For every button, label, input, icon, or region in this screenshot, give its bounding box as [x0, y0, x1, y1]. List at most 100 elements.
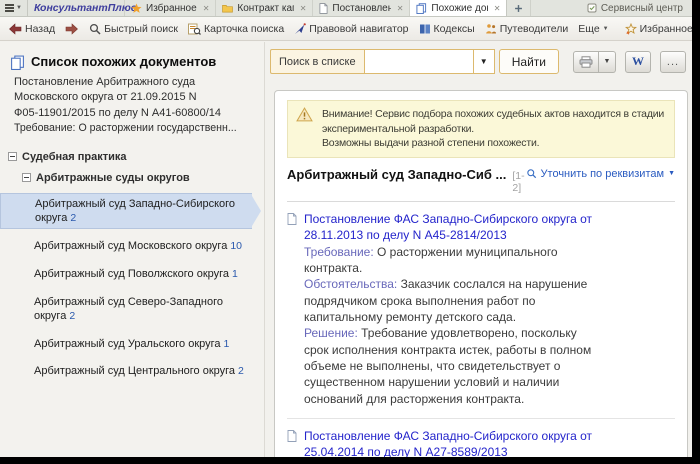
print-split-button: ▼: [573, 50, 616, 73]
book-icon: [419, 23, 431, 35]
document-icon: [287, 213, 297, 407]
document-section: Обстоятельства: Заказчик сослался на нар…: [304, 277, 588, 324]
search-label: Поиск в списке: [270, 49, 364, 74]
legal-navigator-button[interactable]: Правовой навигатор: [290, 21, 412, 37]
tab-label: Избранное: [146, 2, 197, 14]
tab-label: Контракт кап.ремо: [237, 2, 293, 14]
tree-item-povolzhsky[interactable]: Арбитражный суд Поволжского округа 1: [0, 264, 252, 285]
back-button[interactable]: Назад: [4, 21, 59, 37]
refine-by-requisites-link[interactable]: Уточнить по реквизитам ▼: [526, 168, 675, 180]
result-count: 1: [232, 268, 238, 281]
forward-arrow-icon: [65, 22, 79, 35]
export-to-word-button[interactable]: W: [625, 50, 651, 73]
tab-label: Похожие документ: [431, 2, 487, 14]
results-range: [1-2]: [512, 170, 525, 195]
tree-item-west-siberian[interactable]: Арбитражный суд Западно-Сибирского округ…: [0, 192, 261, 230]
document-result: Постановление ФАС Западно-Сибирского окр…: [287, 419, 675, 457]
main-menu-button[interactable]: ▼: [0, 0, 28, 16]
more-actions-button[interactable]: ...: [660, 50, 686, 73]
search-card-label: Карточка поиска: [204, 22, 285, 35]
legal-navigator-label: Правовой навигатор: [309, 22, 409, 35]
more-menu-button[interactable]: Еще ▼: [574, 21, 612, 37]
tab-contract[interactable]: Контракт кап.ремо ✕: [216, 0, 314, 16]
document-icon: [319, 2, 328, 14]
document-section: Требование: О расторжении муниципального…: [304, 244, 558, 275]
tree-node-court-practice[interactable]: Судебная практика: [0, 151, 264, 163]
document-section: Решение: Требование удовлетворено, поско…: [304, 326, 592, 406]
chevron-down-icon: ▼: [602, 25, 609, 32]
tab-label: Постановление Ар: [332, 2, 391, 14]
result-count: 2: [70, 211, 77, 224]
find-button[interactable]: Найти: [498, 49, 559, 74]
search-card-button[interactable]: Карточка поиска: [184, 21, 288, 37]
tab-resolution[interactable]: Постановление Ар ✕: [313, 0, 411, 16]
navigator-dart-icon: [294, 22, 307, 35]
back-arrow-icon: [8, 22, 22, 35]
tab-favorites[interactable]: Избранное ✕: [125, 0, 217, 16]
more-label: Еще: [578, 22, 600, 35]
print-button[interactable]: [573, 50, 599, 73]
tree-item-moscow[interactable]: Арбитражный суд Московского округа 10: [0, 236, 252, 257]
codes-button[interactable]: Кодексы: [415, 21, 479, 37]
star-icon: [131, 2, 142, 14]
search-icon: [526, 168, 537, 179]
close-icon[interactable]: ✕: [492, 4, 501, 13]
printer-icon: [579, 55, 593, 68]
tree-item-northwestern[interactable]: Арбитражный суд Северо-Западного округа 2: [0, 292, 252, 327]
guides-button[interactable]: Путеводители: [481, 21, 573, 37]
favorites-menu-button[interactable]: Избранное ▼: [621, 21, 692, 37]
close-icon[interactable]: ✕: [298, 4, 307, 13]
service-center-label: Сервисный центр: [600, 2, 683, 14]
quick-search-label: Быстрый поиск: [104, 22, 178, 35]
main-area: Список похожих документов Постановление …: [0, 42, 692, 457]
result-count: 1: [223, 337, 230, 350]
list-search-bar: Поиск в списке ▼ Найти ▼ W ...: [270, 49, 686, 74]
search-history-dropdown[interactable]: ▼: [472, 49, 495, 74]
tree-node-label: Судебная практика: [22, 150, 127, 163]
brand-logo: КонсультантПлюс: [34, 2, 137, 14]
tab-bar: ▼ КонсультантПлюс Избранное ✕ Контракт к…: [0, 0, 692, 17]
guides-label: Путеводители: [499, 22, 569, 35]
quick-search-button[interactable]: Быстрый поиск: [85, 21, 182, 37]
close-icon[interactable]: ✕: [395, 4, 404, 13]
forward-button[interactable]: [61, 21, 83, 37]
tree-node-arbitration-courts[interactable]: Арбитражные суды округов: [0, 172, 264, 184]
codes-label: Кодексы: [433, 22, 475, 35]
collapse-minus-icon[interactable]: [8, 152, 17, 162]
guides-people-icon: [485, 23, 497, 35]
search-icon: [89, 23, 101, 35]
search-card-icon: [188, 23, 201, 35]
back-label: Назад: [25, 22, 56, 35]
results-tree: Судебная практика Арбитражные суды округ…: [0, 151, 264, 382]
result-count: 2: [238, 365, 244, 378]
service-center-icon: [587, 3, 597, 13]
warning-banner: Внимание! Сервис подбора похожих судебны…: [287, 100, 675, 159]
chevron-down-icon: ▼: [668, 170, 675, 178]
search-input[interactable]: [363, 49, 473, 74]
tree-item-central[interactable]: Арбитражный суд Центрального округа 2: [0, 361, 252, 382]
new-tab-button[interactable]: [507, 0, 532, 16]
collapse-minus-icon[interactable]: [22, 173, 31, 183]
document-result: Постановление ФАС Западно-Сибирского окр…: [287, 202, 675, 419]
result-count: 2: [69, 310, 76, 323]
service-center-link[interactable]: Сервисный центр: [578, 0, 692, 16]
chevron-down-icon: ▼: [16, 5, 22, 11]
source-document-requirement: Требование: О расторжении государственн.…: [14, 122, 237, 135]
print-options-button[interactable]: ▼: [599, 50, 616, 73]
tab-similar-documents[interactable]: Похожие документ ✕: [410, 0, 508, 16]
content-area: Поиск в списке ▼ Найти ▼ W ... Внимание!…: [266, 42, 692, 457]
close-icon[interactable]: ✕: [201, 4, 210, 13]
source-document-description: Постановление Арбитражного суда Московск…: [14, 76, 222, 119]
favorites-star-icon: [624, 22, 637, 35]
document-title-link[interactable]: Постановление ФАС Западно-Сибирского окр…: [304, 428, 592, 457]
results-card: Внимание! Сервис подбора похожих судебны…: [274, 90, 688, 457]
document-title-link[interactable]: Постановление ФАС Западно-Сибирского окр…: [304, 211, 592, 244]
tab-brand[interactable]: КонсультантПлюс: [28, 0, 137, 16]
toolbar: Назад Быстрый поиск Карточка поиска Прав…: [0, 17, 692, 41]
similar-docs-icon: [416, 2, 427, 14]
hamburger-icon: [5, 4, 15, 12]
results-group-title: Арбитражный суд Западно-Сиб ...: [287, 167, 507, 183]
tree-item-ural[interactable]: Арбитражный суд Уральского округа 1: [0, 334, 252, 355]
warning-triangle-icon: [296, 107, 313, 151]
document-icon: [287, 429, 297, 457]
